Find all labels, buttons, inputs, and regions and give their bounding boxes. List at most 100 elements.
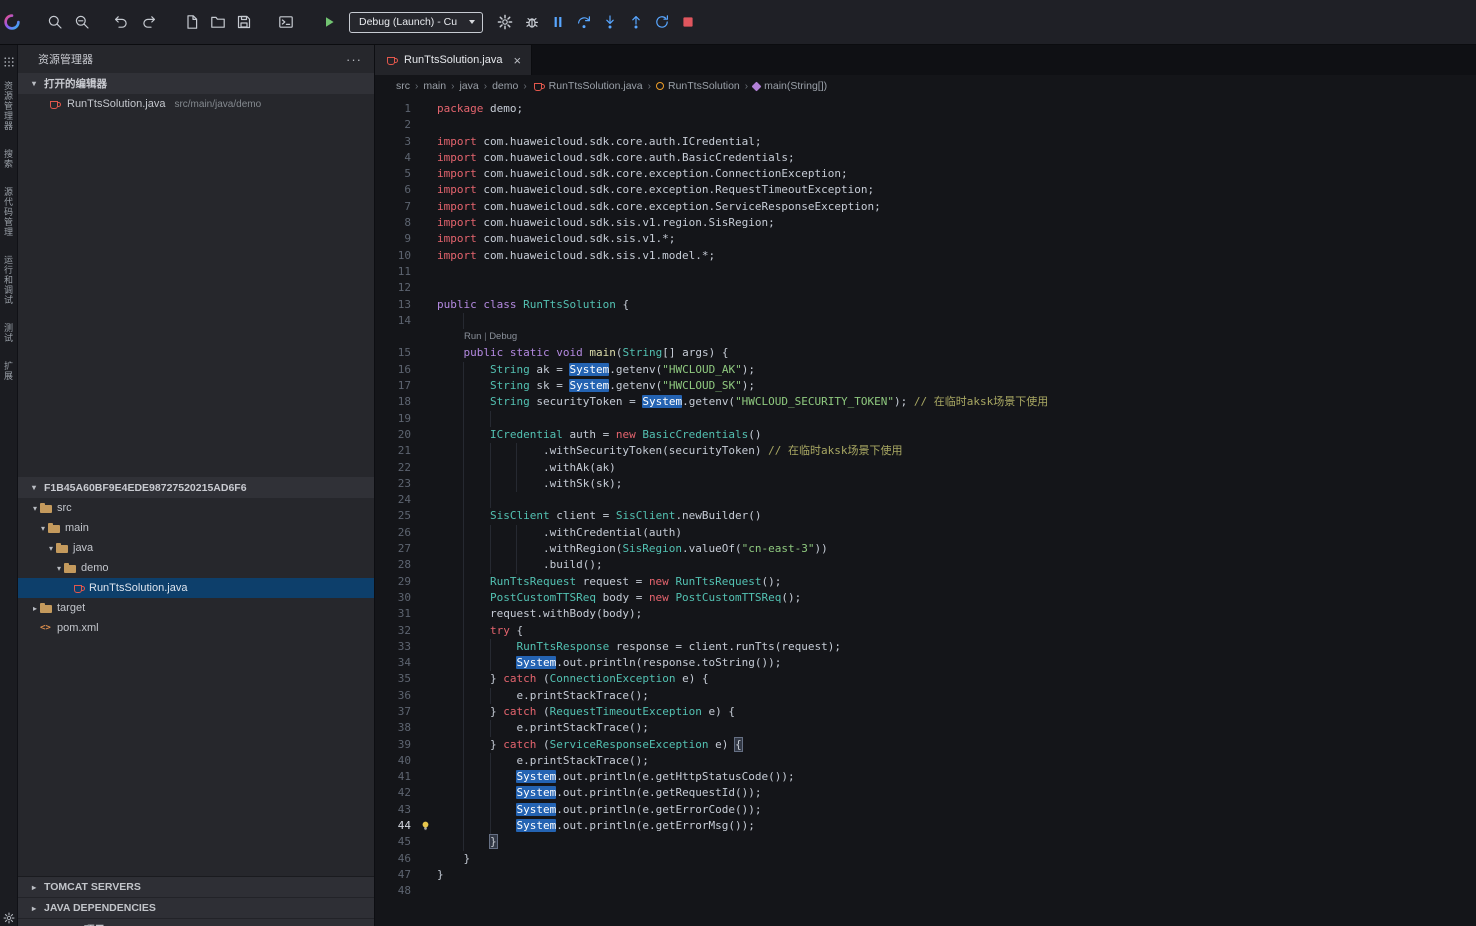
run-icon[interactable] xyxy=(320,14,337,31)
breakpoint-gutter[interactable] xyxy=(411,557,437,573)
code-line-content[interactable]: String sk = System.getenv("HWCLOUD_SK"); xyxy=(437,378,1476,394)
breakpoint-gutter[interactable] xyxy=(411,166,437,182)
codelens-link[interactable]: Debug xyxy=(489,331,517,342)
tree-item-target[interactable]: target xyxy=(18,598,374,618)
step-into-icon[interactable] xyxy=(601,14,618,31)
breakpoint-gutter[interactable] xyxy=(411,508,437,524)
restart-icon[interactable] xyxy=(653,14,670,31)
code-line-content[interactable]: } catch (ServiceResponseException e) { xyxy=(437,737,1476,753)
code-line-content[interactable]: System.out.println(e.getErrorMsg()); xyxy=(437,818,1476,834)
code-line-content[interactable]: try { xyxy=(437,623,1476,639)
code-line-content[interactable]: Run | Debug xyxy=(437,329,1476,345)
code-line-content[interactable]: .withRegion(SisRegion.valueOf("cn-east-3… xyxy=(437,541,1476,557)
breakpoint-gutter[interactable] xyxy=(411,623,437,639)
open-editor-item[interactable]: RunTtsSolution.java src/main/java/demo xyxy=(18,94,374,114)
code-line-content[interactable]: import com.huaweicloud.sdk.core.auth.ICr… xyxy=(437,134,1476,150)
breakpoint-gutter[interactable] xyxy=(411,769,437,785)
tab-runttssolution-java[interactable]: RunTtsSolution.java xyxy=(375,45,532,75)
breakpoint-gutter[interactable] xyxy=(411,264,437,280)
breadcrumb-item[interactable]: RunTtsSolution.java xyxy=(532,80,643,92)
pause-icon[interactable] xyxy=(549,14,566,31)
section-tomcat-servers[interactable]: TOMCAT SERVERS xyxy=(18,877,374,898)
section-maven-[interactable]: MAVEN 项目 xyxy=(18,919,374,926)
breakpoint-gutter[interactable] xyxy=(411,280,437,296)
tree-item-src[interactable]: src xyxy=(18,498,374,518)
section-java-dependencies[interactable]: JAVA DEPENDENCIES xyxy=(18,898,374,919)
breakpoint-gutter[interactable] xyxy=(411,117,437,133)
breakpoint-gutter[interactable] xyxy=(411,655,437,671)
breakpoint-gutter[interactable] xyxy=(411,150,437,166)
code-line-content[interactable]: } xyxy=(437,834,1476,850)
breakpoint-gutter[interactable] xyxy=(411,460,437,476)
step-out-icon[interactable] xyxy=(627,14,644,31)
code-line-content[interactable]: import com.huaweicloud.sdk.sis.v1.*; xyxy=(437,231,1476,247)
code-line-content[interactable] xyxy=(437,280,1476,296)
code-line-content[interactable]: RunTtsRequest request = new RunTtsReques… xyxy=(437,574,1476,590)
breadcrumb-item[interactable]: main(String[]) xyxy=(753,80,827,92)
breakpoint-gutter[interactable] xyxy=(411,427,437,443)
open-editors-section-header[interactable]: 打开的编辑器 xyxy=(18,73,374,94)
breakpoint-gutter[interactable] xyxy=(411,394,437,410)
breakpoint-gutter[interactable] xyxy=(411,574,437,590)
breakpoint-gutter[interactable] xyxy=(411,802,437,818)
tree-item-runttssolution-java[interactable]: RunTtsSolution.java xyxy=(18,578,374,598)
redo-icon[interactable] xyxy=(140,14,157,31)
code-line-content[interactable] xyxy=(437,117,1476,133)
code-line-content[interactable] xyxy=(437,492,1476,508)
breakpoint-gutter[interactable] xyxy=(411,525,437,541)
code-line-content[interactable]: public static void main(String[] args) { xyxy=(437,345,1476,361)
breakpoint-gutter[interactable] xyxy=(411,606,437,622)
breadcrumb-item[interactable]: main xyxy=(423,80,446,92)
code-line-content[interactable]: e.printStackTrace(); xyxy=(437,688,1476,704)
code-line-content[interactable]: e.printStackTrace(); xyxy=(437,720,1476,736)
breakpoint-gutter[interactable] xyxy=(411,851,437,867)
breakpoint-gutter[interactable] xyxy=(411,671,437,687)
breakpoint-gutter[interactable] xyxy=(411,345,437,361)
breakpoint-gutter[interactable] xyxy=(411,476,437,492)
code-line-content[interactable]: e.printStackTrace(); xyxy=(437,753,1476,769)
code-line-content[interactable] xyxy=(437,313,1476,329)
breakpoint-gutter[interactable] xyxy=(411,753,437,769)
activity-label[interactable]: 资源管理器 xyxy=(2,81,15,131)
apps-grid-icon[interactable] xyxy=(3,56,15,68)
step-over-icon[interactable] xyxy=(575,14,592,31)
breakpoint-gutter[interactable] xyxy=(411,313,437,329)
breakpoint-gutter[interactable] xyxy=(411,215,437,231)
breakpoint-gutter[interactable] xyxy=(411,134,437,150)
search-icon[interactable] xyxy=(46,14,63,31)
code-line-content[interactable]: import com.huaweicloud.sdk.core.exceptio… xyxy=(437,199,1476,215)
tree-item-main[interactable]: main xyxy=(18,518,374,538)
breakpoint-gutter[interactable] xyxy=(411,737,437,753)
code-line-content[interactable]: SisClient client = SisClient.newBuilder(… xyxy=(437,508,1476,524)
breakpoint-gutter[interactable] xyxy=(411,199,437,215)
code-line-content[interactable]: import com.huaweicloud.sdk.sis.v1.model.… xyxy=(437,248,1476,264)
code-line-content[interactable]: import com.huaweicloud.sdk.sis.v1.region… xyxy=(437,215,1476,231)
code-line-content[interactable]: .withSk(sk); xyxy=(437,476,1476,492)
tree-item-java[interactable]: java xyxy=(18,538,374,558)
code-line-content[interactable] xyxy=(437,264,1476,280)
breakpoint-gutter[interactable] xyxy=(411,378,437,394)
breakpoint-gutter[interactable] xyxy=(411,704,437,720)
project-section-header[interactable]: F1B45A60BF9E4EDE98727520215AD6F6 xyxy=(18,477,374,498)
code-line-content[interactable]: System.out.println(e.getRequestId()); xyxy=(437,785,1476,801)
quick-fix-lightbulb-icon[interactable] xyxy=(411,818,437,834)
activity-label[interactable]: 测试 xyxy=(2,323,15,343)
tree-item-pom-xml[interactable]: pom.xml xyxy=(18,618,374,638)
breakpoint-gutter[interactable] xyxy=(411,182,437,198)
undo-icon[interactable] xyxy=(112,14,129,31)
code-line-content[interactable]: public class RunTtsSolution { xyxy=(437,297,1476,313)
breakpoint-gutter[interactable] xyxy=(411,443,437,459)
breakpoint-gutter[interactable] xyxy=(411,590,437,606)
code-line-content[interactable]: System.out.println(response.toString()); xyxy=(437,655,1476,671)
breakpoint-gutter[interactable] xyxy=(411,541,437,557)
new-file-icon[interactable] xyxy=(183,14,200,31)
code-line-content[interactable]: request.withBody(body); xyxy=(437,606,1476,622)
code-line-content[interactable]: RunTtsResponse response = client.runTts(… xyxy=(437,639,1476,655)
code-line-content[interactable] xyxy=(437,411,1476,427)
breakpoint-gutter[interactable] xyxy=(411,362,437,378)
debug-config-select[interactable]: Debug (Launch) - Cu xyxy=(349,12,483,33)
breakpoint-gutter[interactable] xyxy=(411,688,437,704)
code-line-content[interactable]: System.out.println(e.getErrorCode()); xyxy=(437,802,1476,818)
activity-label[interactable]: 扩展 xyxy=(2,361,15,381)
breadcrumb-item[interactable]: demo xyxy=(492,80,518,92)
